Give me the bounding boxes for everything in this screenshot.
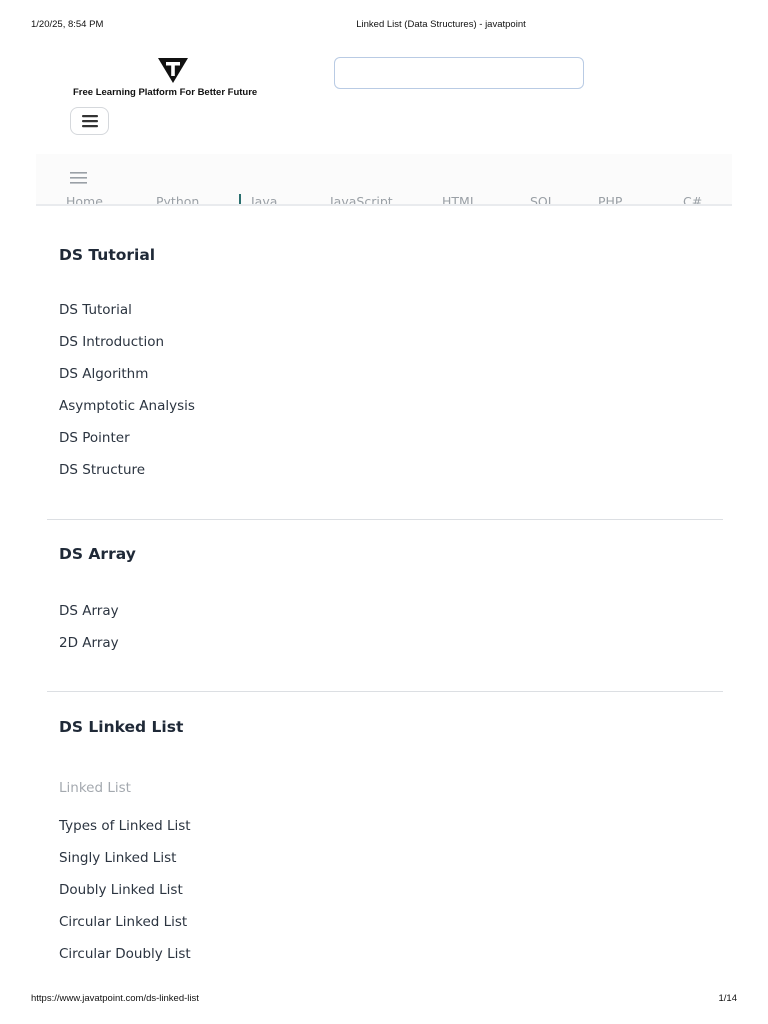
sidebar-link-active[interactable]: Linked List (59, 780, 131, 796)
section-divider (47, 519, 723, 520)
sidebar-link[interactable]: DS Introduction (59, 334, 164, 350)
section-title-ds-array: DS Array (59, 545, 136, 563)
sidebar-link[interactable]: DS Structure (59, 462, 145, 478)
sidebar-link[interactable]: Types of Linked List (59, 818, 191, 834)
nav-toggle-icon[interactable] (70, 171, 87, 185)
sidebar-link[interactable]: DS Algorithm (59, 366, 148, 382)
top-navigation: Home Python Java JavaScript HTML SQL PHP… (36, 154, 732, 206)
menu-button[interactable] (70, 107, 109, 135)
print-url: https://www.javatpoint.com/ds-linked-lis… (31, 993, 199, 1004)
site-tagline: Free Learning Platform For Better Future (73, 87, 258, 98)
sidebar-link[interactable]: Asymptotic Analysis (59, 398, 195, 414)
print-header: 1/20/25, 8:54 PM Linked List (Data Struc… (0, 19, 768, 33)
javatpoint-logo[interactable] (155, 55, 191, 85)
nav-item-home[interactable]: Home (66, 194, 103, 204)
sidebar-link[interactable]: Singly Linked List (59, 850, 176, 866)
nav-item-csharp[interactable]: C# (683, 194, 702, 204)
sidebar-link[interactable]: Circular Doubly List (59, 946, 191, 962)
section-divider (47, 691, 723, 692)
print-footer: https://www.javatpoint.com/ds-linked-lis… (0, 993, 768, 1007)
print-page-title: Linked List (Data Structures) - javatpoi… (356, 19, 526, 30)
sidebar-link[interactable]: DS Pointer (59, 430, 130, 446)
sidebar-link[interactable]: DS Array (59, 603, 119, 619)
nav-item-php[interactable]: PHP (598, 194, 622, 204)
print-page-number: 1/14 (718, 993, 738, 1004)
search-input[interactable] (334, 57, 584, 89)
nav-item-python[interactable]: Python (156, 194, 199, 204)
nav-item-sql[interactable]: SQL (530, 194, 555, 204)
hamburger-icon (81, 115, 98, 128)
nav-item-javascript[interactable]: JavaScript (330, 194, 393, 204)
nav-item-java[interactable]: Java (239, 194, 277, 204)
section-title-ds-linked-list: DS Linked List (59, 718, 184, 736)
nav-item-html[interactable]: HTML (442, 194, 477, 204)
sidebar-link[interactable]: 2D Array (59, 635, 119, 651)
sidebar-link[interactable]: DS Tutorial (59, 302, 132, 318)
sidebar-link[interactable]: Circular Linked List (59, 914, 187, 930)
section-title-ds-tutorial: DS Tutorial (59, 246, 156, 264)
sidebar-link[interactable]: Doubly Linked List (59, 882, 183, 898)
